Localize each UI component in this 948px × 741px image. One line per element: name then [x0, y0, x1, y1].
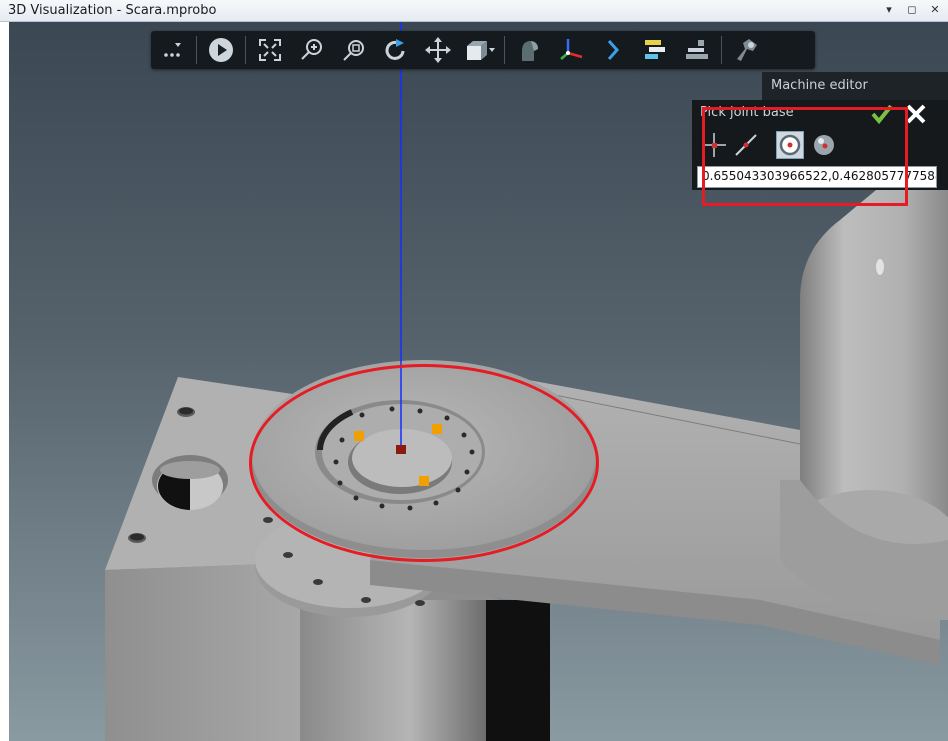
tool-icon[interactable] — [730, 34, 762, 66]
window-title: 3D Visualization - Scara.mprobo — [8, 3, 217, 18]
coordinates-input[interactable]: 0.655043303966522,0.462805777758816 — [697, 166, 937, 188]
window-titlebar: 3D Visualization - Scara.mprobo ▾ ◻ ✕ — [0, 0, 948, 22]
toolbar-divider — [196, 36, 197, 64]
pick-line-icon[interactable] — [732, 131, 760, 159]
more-menu-icon[interactable] — [156, 34, 188, 66]
window-controls: ▾ ◻ ✕ — [882, 2, 942, 18]
close-window-icon[interactable]: ✕ — [928, 2, 942, 18]
pick-plane-icon[interactable] — [700, 131, 728, 159]
pan-icon[interactable] — [422, 34, 454, 66]
machine-editor-title: Machine editor — [771, 78, 868, 93]
toolbar-divider — [721, 36, 722, 64]
close-icon[interactable] — [904, 102, 928, 126]
zoom-in-icon[interactable] — [296, 34, 328, 66]
chevron-right-icon[interactable] — [597, 34, 629, 66]
maximize-icon[interactable]: ◻ — [905, 2, 919, 18]
machine-editor-header[interactable]: Machine editor — [762, 72, 948, 100]
align-icon[interactable] — [639, 34, 671, 66]
play-icon[interactable] — [205, 34, 237, 66]
pick-sphere-icon[interactable] — [810, 131, 838, 159]
toolbar-divider — [504, 36, 505, 64]
view-cube-icon[interactable] — [464, 34, 496, 66]
3d-viewport[interactable]: Machine editor Pick joint base 0.6550433… — [9, 22, 948, 741]
rotate-icon[interactable] — [380, 34, 412, 66]
view-toolbar — [151, 31, 815, 69]
pick-joint-panel: Pick joint base 0.655043303966522,0.4628… — [692, 100, 948, 190]
dropdown-icon[interactable]: ▾ — [882, 2, 896, 18]
axes-icon[interactable] — [555, 34, 587, 66]
machine-icon[interactable] — [681, 34, 713, 66]
zoom-window-icon[interactable] — [338, 34, 370, 66]
pick-joint-title: Pick joint base — [700, 105, 794, 120]
robot-head-icon[interactable] — [513, 34, 545, 66]
pick-circle-center-icon[interactable] — [776, 131, 804, 159]
fit-view-icon[interactable] — [254, 34, 286, 66]
toolbar-divider — [245, 36, 246, 64]
confirm-check-icon[interactable] — [870, 102, 894, 126]
